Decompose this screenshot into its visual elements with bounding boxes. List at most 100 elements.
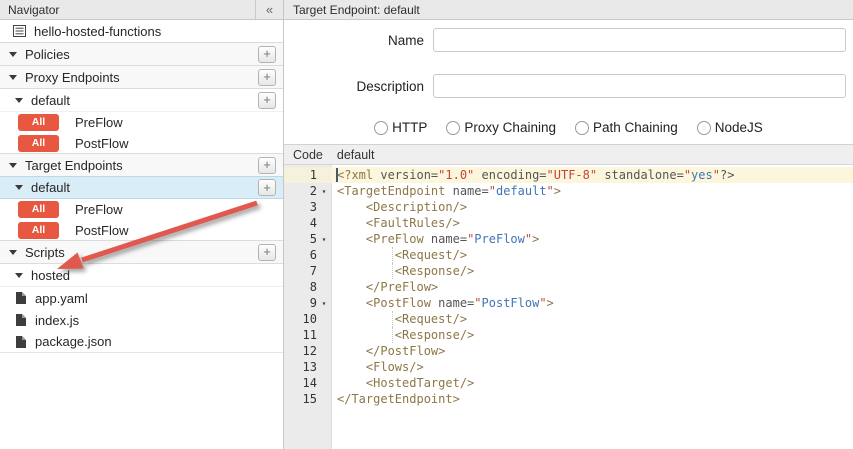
code-line-4[interactable]: 4 <FaultRules/> (284, 215, 853, 231)
code-line-content[interactable]: <HostedTarget/> (331, 375, 853, 391)
code-line-content[interactable]: </PostFlow> (331, 343, 853, 359)
code-line-12[interactable]: 12 </PostFlow> (284, 343, 853, 359)
file-icon (16, 336, 26, 348)
proxy-endpoints-node-default[interactable]: default+ (0, 89, 283, 112)
code-line-10[interactable]: 10 <Request/> (284, 311, 853, 327)
add-button[interactable]: + (258, 157, 276, 174)
tree-item-label: PreFlow (75, 115, 283, 130)
file-icon (16, 292, 26, 304)
code-line-8[interactable]: 8 </PreFlow> (284, 279, 853, 295)
code-line-content[interactable]: <Request/> (331, 311, 853, 327)
tab-code[interactable]: Code (293, 148, 323, 162)
code-line-content[interactable]: <FaultRules/> (331, 215, 853, 231)
code-line-11[interactable]: 11 <Response/> (284, 327, 853, 343)
radio-nodejs[interactable]: NodeJS (697, 120, 763, 135)
code-line-content[interactable]: <TargetEndpoint name="default"> (331, 183, 853, 199)
code-line-content[interactable]: <Response/> (331, 327, 853, 343)
caret-down-icon (15, 98, 23, 103)
gutter-line-number: 7 (284, 263, 331, 279)
section-policies[interactable]: Policies+ (0, 42, 283, 66)
name-row: Name (284, 28, 853, 52)
code-line-content[interactable]: <?xml version="1.0" encoding="UTF-8" sta… (331, 167, 853, 183)
target-endpoints-flow-preflow[interactable]: AllPreFlow (0, 199, 283, 220)
tree-item-label: default (31, 93, 258, 108)
fold-toggle-icon[interactable]: ▾ (317, 295, 331, 311)
code-line-content[interactable]: </PreFlow> (331, 279, 853, 295)
code-line-5[interactable]: 5▾ <PreFlow name="PreFlow"> (284, 231, 853, 247)
file-app-yaml[interactable]: app.yaml (0, 287, 283, 309)
navigator-tree: hello-hosted-functionsPolicies+Proxy End… (0, 20, 283, 449)
radio-label: NodeJS (715, 120, 763, 135)
code-editor[interactable]: 1<?xml version="1.0" encoding="UTF-8" st… (284, 165, 853, 449)
code-line-9[interactable]: 9▾ <PostFlow name="PostFlow"> (284, 295, 853, 311)
file-icon (16, 314, 26, 326)
code-line-content[interactable]: <PreFlow name="PreFlow"> (331, 231, 853, 247)
fold-spacer (317, 215, 331, 231)
proxy-hello-hosted-functions[interactable]: hello-hosted-functions (0, 20, 283, 43)
tree-item-label: Scripts (25, 245, 258, 260)
code-editor-header: Code default (284, 144, 853, 165)
code-line-6[interactable]: 6 <Request/> (284, 247, 853, 263)
name-input[interactable] (433, 28, 846, 52)
navigator-header: Navigator « (0, 0, 283, 20)
endpoint-form: Name Description HTTP Proxy Chaining Path … (284, 20, 853, 144)
code-line-2[interactable]: 2▾<TargetEndpoint name="default"> (284, 183, 853, 199)
radio-http[interactable]: HTTP (374, 120, 427, 135)
section-scripts[interactable]: Scripts+ (0, 240, 283, 264)
code-line-content[interactable]: <Request/> (331, 247, 853, 263)
radio-label: HTTP (392, 120, 427, 135)
file-index-js[interactable]: index.js (0, 309, 283, 331)
add-button[interactable]: + (258, 92, 276, 109)
tree-item-label: Target Endpoints (25, 158, 258, 173)
code-line-content[interactable]: <PostFlow name="PostFlow"> (331, 295, 853, 311)
code-line-7[interactable]: 7 <Response/> (284, 263, 853, 279)
add-button[interactable]: + (258, 69, 276, 86)
proxy-endpoints-flow-postflow[interactable]: AllPostFlow (0, 133, 283, 154)
code-line-content[interactable]: </TargetEndpoint> (331, 391, 853, 407)
code-line-content[interactable]: <Flows/> (331, 359, 853, 375)
gutter-line-number[interactable]: 9▾ (284, 295, 331, 311)
caret-down-icon (9, 52, 17, 57)
caret-down-icon (9, 163, 17, 168)
gutter-line-number[interactable]: 5▾ (284, 231, 331, 247)
description-input[interactable] (433, 74, 846, 98)
description-label: Description (284, 79, 424, 94)
fold-spacer (317, 359, 331, 375)
code-line-content[interactable]: <Description/> (331, 199, 853, 215)
navigator-panel: Navigator « hello-hosted-functionsPolici… (0, 0, 284, 449)
fold-spacer (317, 247, 331, 263)
radio-proxy-chaining[interactable]: Proxy Chaining (446, 120, 556, 135)
add-button[interactable]: + (258, 244, 276, 261)
fold-spacer (317, 375, 331, 391)
fold-spacer (317, 167, 331, 183)
add-button[interactable]: + (258, 179, 276, 196)
fold-toggle-icon[interactable]: ▾ (317, 183, 331, 199)
target-endpoints-node-default[interactable]: default+ (0, 176, 283, 199)
scripts-node-hosted[interactable]: hosted (0, 264, 283, 287)
code-line-3[interactable]: 3 <Description/> (284, 199, 853, 215)
code-line-1[interactable]: 1<?xml version="1.0" encoding="UTF-8" st… (284, 167, 853, 183)
section-proxy-endpoints[interactable]: Proxy Endpoints+ (0, 65, 283, 89)
code-line-content[interactable]: <Response/> (331, 263, 853, 279)
tree-item-label: package.json (35, 334, 283, 349)
radio-label: Path Chaining (593, 120, 678, 135)
code-line-14[interactable]: 14 <HostedTarget/> (284, 375, 853, 391)
section-target-endpoints[interactable]: Target Endpoints+ (0, 153, 283, 177)
collapse-sidebar-button[interactable]: « (255, 0, 283, 19)
fold-spacer (317, 391, 331, 407)
target-endpoints-flow-postflow[interactable]: AllPostFlow (0, 220, 283, 241)
file-package-json[interactable]: package.json (0, 331, 283, 353)
gutter-line-number: 4 (284, 215, 331, 231)
gutter-line-number[interactable]: 2▾ (284, 183, 331, 199)
text-cursor (336, 168, 338, 182)
radio-icon (697, 121, 711, 135)
proxy-endpoints-flow-preflow[interactable]: AllPreFlow (0, 112, 283, 133)
code-line-13[interactable]: 13 <Flows/> (284, 359, 853, 375)
radio-path-chaining[interactable]: Path Chaining (575, 120, 678, 135)
flow-condition-badge: All (18, 222, 59, 239)
gutter-line-number: 14 (284, 375, 331, 391)
name-label: Name (284, 33, 424, 48)
add-button[interactable]: + (258, 46, 276, 63)
fold-toggle-icon[interactable]: ▾ (317, 231, 331, 247)
code-line-15[interactable]: 15</TargetEndpoint> (284, 391, 853, 407)
